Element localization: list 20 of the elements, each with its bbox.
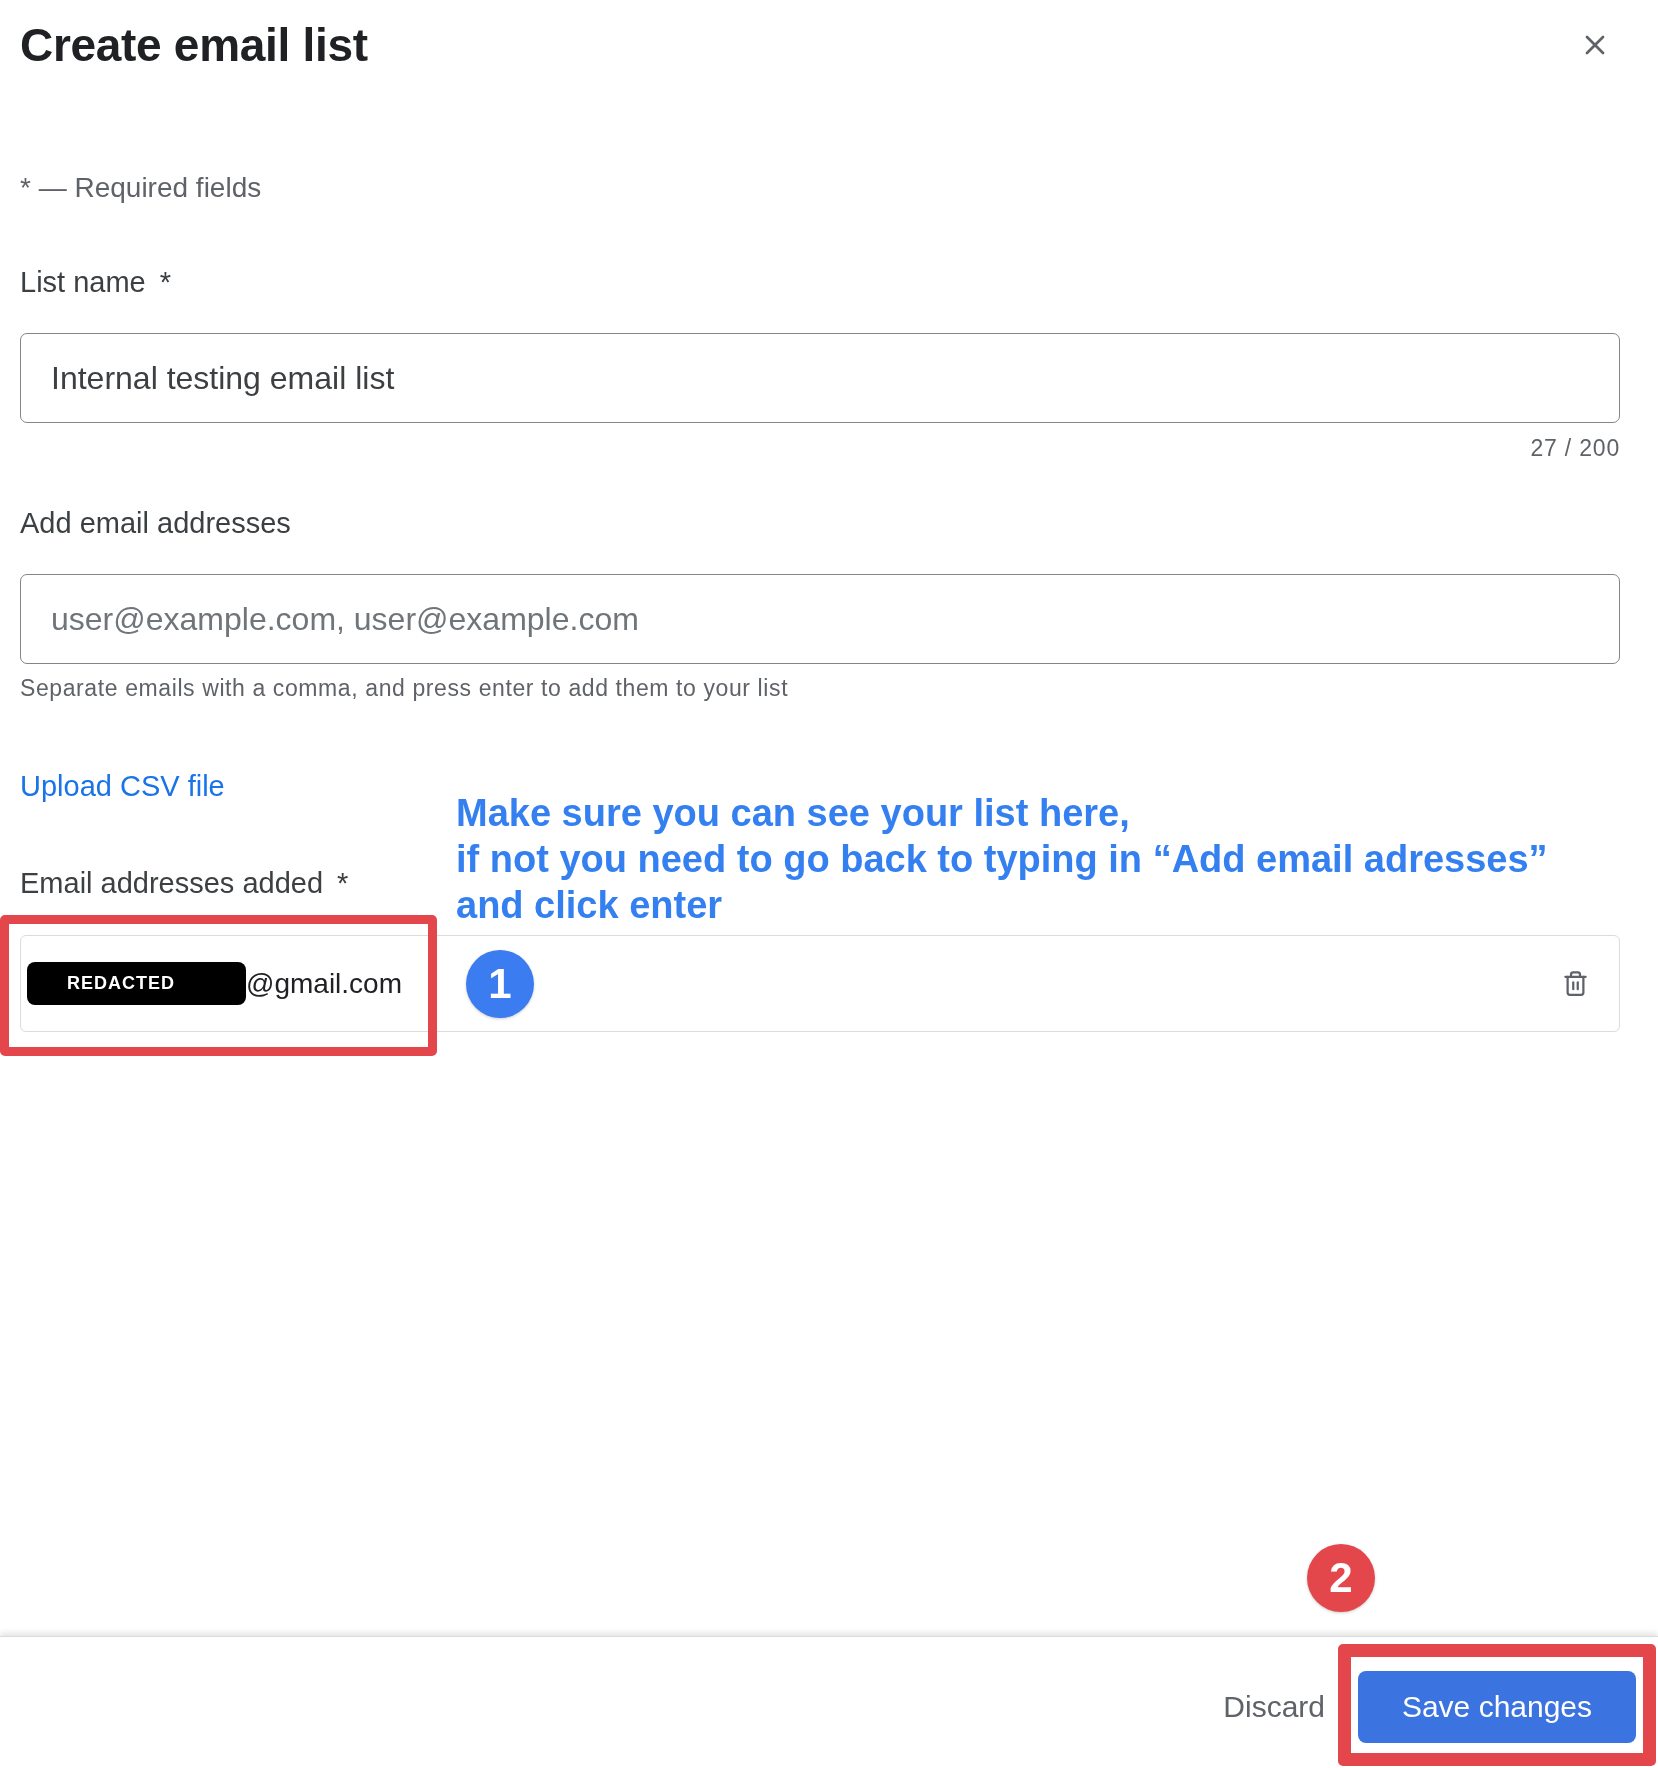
- upload-csv-link[interactable]: Upload CSV file: [20, 770, 225, 802]
- field-label: Add email addresses: [20, 507, 291, 539]
- helper-text: Separate emails with a comma, and press enter to add them to your list: [20, 675, 789, 701]
- step-marker: 1: [466, 949, 534, 1018]
- redaction-bar: REDACTED: [27, 962, 246, 1005]
- field-label: List name: [20, 266, 146, 298]
- annotation-text: Make sure you can see your list here, if not you need to go back to typing in “Add email adresses” and click enter: [456, 791, 1548, 928]
- required-asterisk: *: [337, 867, 349, 899]
- discard-button[interactable]: Discard: [1215, 1681, 1333, 1732]
- required-fields-note: * — Required fields: [20, 172, 262, 204]
- field-label: Email addresses added: [20, 867, 324, 899]
- required-asterisk: *: [159, 266, 172, 298]
- step-marker: 2: [1307, 1543, 1375, 1612]
- email-address: @gmail.com: [246, 967, 402, 1000]
- list-name-input[interactable]: Internal testing email list: [20, 333, 1620, 423]
- dialog-title: Create email list: [20, 20, 368, 70]
- character-counter: 27 / 200: [1530, 435, 1620, 461]
- trash-icon[interactable]: [1562, 970, 1589, 997]
- email-input[interactable]: user@example.com, user@example.com: [20, 574, 1620, 664]
- save-button[interactable]: Save changes: [1358, 1670, 1636, 1743]
